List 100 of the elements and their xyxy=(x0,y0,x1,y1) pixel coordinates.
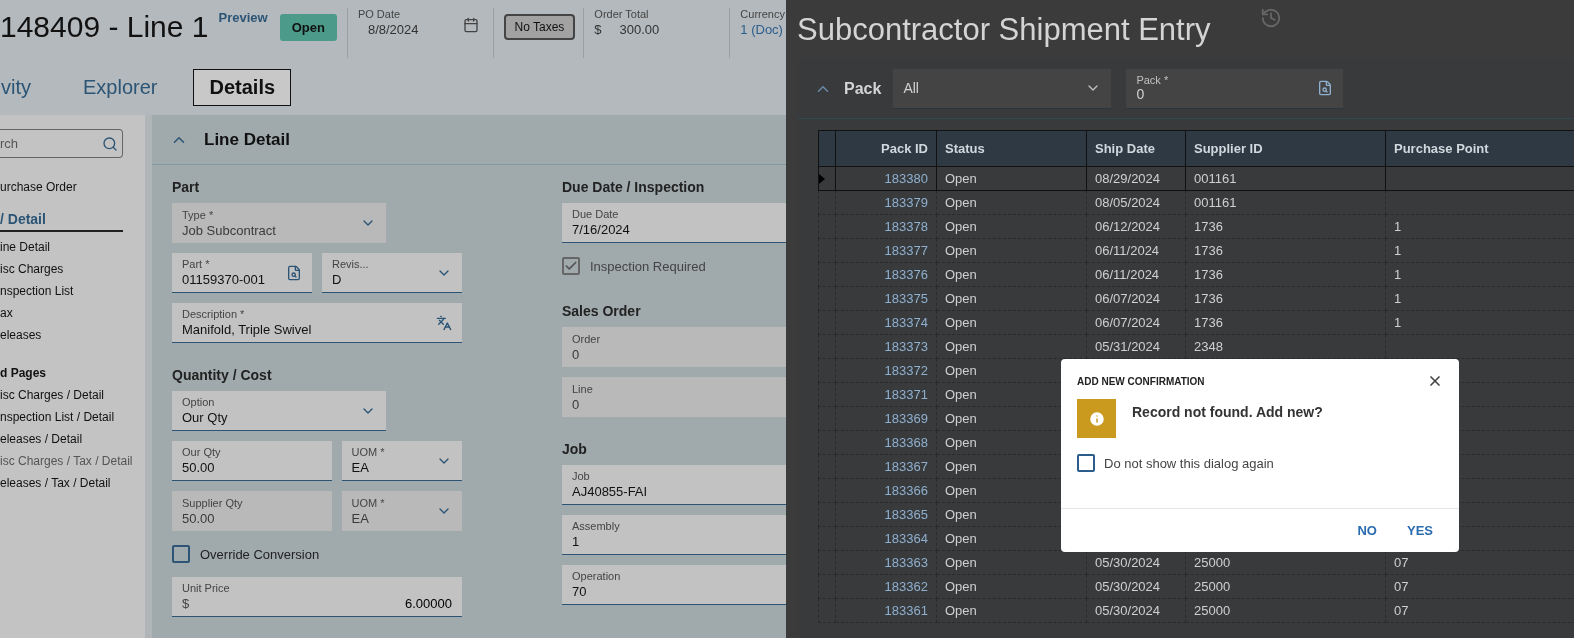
pack-id-link[interactable]: 183374 xyxy=(836,311,937,335)
dropdown-field[interactable]: All xyxy=(893,68,1112,109)
nav-link[interactable]: / Detail xyxy=(0,208,123,232)
pack-id-link[interactable]: 183371 xyxy=(836,383,937,407)
input-field[interactable]: Unit Price $ 6.00000 xyxy=(172,577,462,617)
field-label: Job xyxy=(572,470,591,482)
pack-id-link[interactable]: 183379 xyxy=(836,191,937,215)
field-label: Order Total xyxy=(594,8,650,20)
translate-icon[interactable] xyxy=(436,314,452,331)
pack-id-link[interactable]: 183377 xyxy=(836,239,937,263)
field-label: Assembly xyxy=(572,520,621,532)
pack-id-link[interactable]: 183372 xyxy=(836,359,937,383)
field-label: PO Date xyxy=(357,8,402,20)
search-field[interactable]: rch xyxy=(0,129,123,158)
field-label: Supplier Qty xyxy=(182,496,244,509)
tab[interactable]: Details xyxy=(193,69,292,106)
nav-link[interactable]: nspection List xyxy=(0,280,74,302)
dialog-button[interactable]: YES xyxy=(1405,519,1435,542)
field-label: Due Date xyxy=(572,208,620,220)
field-value: EA xyxy=(351,510,370,526)
dropdown-field[interactable]: Option Our Qty xyxy=(172,391,387,431)
input-field[interactable]: Due Date 7/16/2024 xyxy=(562,203,786,243)
field-label: Currency xyxy=(740,8,785,20)
currency-symbol: $ xyxy=(182,596,190,611)
checkbox[interactable] xyxy=(1077,454,1095,472)
pack-id-link[interactable]: 183364 xyxy=(836,527,937,551)
table-cell: 05/30/2024 xyxy=(1087,599,1186,623)
pack-id-link[interactable]: 183365 xyxy=(836,503,937,527)
field-label: Type * xyxy=(182,208,215,221)
field-label: Line xyxy=(572,382,594,395)
tax-button[interactable]: No Taxes xyxy=(503,14,576,40)
table-cell: 001161 xyxy=(1186,191,1386,215)
pack-id-link[interactable]: 183376 xyxy=(836,263,937,287)
table-cell: 1 xyxy=(1386,287,1574,311)
row-indicator[interactable] xyxy=(818,191,836,215)
nav-link[interactable]: urchase Order xyxy=(0,176,77,198)
table-cell: 1 xyxy=(1386,215,1574,239)
checkbox-label: Do not show this dialog again xyxy=(1104,455,1274,471)
input-field[interactable]: Assembly 1 xyxy=(562,515,786,555)
table-cell: 05/30/2024 xyxy=(1087,575,1186,599)
table-cell: 06/07/2024 xyxy=(1087,287,1186,311)
calendar-icon[interactable] xyxy=(462,17,479,33)
nav-link[interactable]: eleases / Detail xyxy=(0,428,83,450)
field-value: AJ40855-FAI xyxy=(572,484,649,499)
nav-link[interactable]: nspection List / Detail xyxy=(0,406,115,428)
dialog-message: Record not found. Add new? xyxy=(1132,404,1323,422)
nav-link[interactable]: ax xyxy=(0,302,13,324)
table-cell: 1736 xyxy=(1186,239,1386,263)
pack-id-link[interactable]: 183366 xyxy=(836,479,937,503)
pack-id-link[interactable]: 183367 xyxy=(836,455,937,479)
input-field[interactable]: Part * 01159370-001 xyxy=(172,253,312,293)
group-title: Part xyxy=(172,179,201,195)
input-field[interactable]: Our Qty 50.00 xyxy=(172,441,332,481)
input-field[interactable]: Description * Manifold, Triple Swivel xyxy=(172,303,462,343)
pack-id-link[interactable]: 183373 xyxy=(836,335,937,359)
column-header: Supplier ID xyxy=(1186,130,1386,167)
tab[interactable]: vity xyxy=(0,69,47,106)
nav-link[interactable]: isc Charges / Detail xyxy=(0,384,105,406)
input-field[interactable]: Pack * 0 xyxy=(1126,68,1344,109)
field-label: Order xyxy=(572,332,602,345)
field-value: EA xyxy=(351,460,370,475)
field-value: 8/8/2024 xyxy=(367,22,419,37)
pack-id-link[interactable]: 183375 xyxy=(836,287,937,311)
preview-link[interactable]: Preview xyxy=(218,10,268,25)
close-button[interactable] xyxy=(1427,373,1443,389)
nav-link[interactable]: eleases / Tax / Detail xyxy=(0,472,111,494)
tab[interactable]: Explorer xyxy=(67,69,174,106)
section-title: Line Detail xyxy=(204,129,290,150)
input-field[interactable]: Operation 70 xyxy=(562,565,786,605)
search-document-icon[interactable] xyxy=(286,264,302,281)
table-cell: Open xyxy=(937,191,1087,215)
nav-link[interactable]: ine Detail xyxy=(0,236,51,258)
dropdown-field[interactable]: Revis... D xyxy=(322,253,462,293)
table-cell: 06/12/2024 xyxy=(1087,215,1186,239)
currency-link[interactable]: 1 (Doc) xyxy=(740,22,785,37)
field-value: 0 xyxy=(1136,86,1146,102)
pack-id-link[interactable]: 183369 xyxy=(836,407,937,431)
checkbox[interactable] xyxy=(172,545,190,563)
pack-id-link[interactable]: 183361 xyxy=(836,599,937,623)
pack-id-link[interactable]: 183368 xyxy=(836,431,937,455)
checkbox-label: Inspection Required xyxy=(590,258,706,274)
column-header: Ship Date xyxy=(1087,130,1186,167)
pack-id-link[interactable]: 183363 xyxy=(836,551,937,575)
nav-link[interactable]: eleases xyxy=(0,324,42,346)
status-badge: Open xyxy=(279,14,337,41)
pack-id-link[interactable]: 183362 xyxy=(836,575,937,599)
field-value: 50.00 xyxy=(182,460,216,475)
search-document-icon[interactable] xyxy=(1317,80,1334,96)
field-label: Option xyxy=(182,396,216,408)
pack-id-link[interactable]: 183378 xyxy=(836,215,937,239)
row-indicator[interactable] xyxy=(818,167,836,191)
field-label: Part * xyxy=(182,258,211,270)
nav-link[interactable]: isc Charges xyxy=(0,258,64,280)
dialog-button[interactable]: NO xyxy=(1355,519,1379,542)
pack-id-link[interactable]: 183380 xyxy=(836,167,937,191)
table-cell: 1 xyxy=(1386,311,1574,335)
check-icon xyxy=(564,259,578,273)
clock-icon xyxy=(1260,7,1282,29)
dropdown-field[interactable]: UOM * EA xyxy=(341,441,462,481)
input-field[interactable]: Job AJ40855-FAI xyxy=(562,465,786,505)
